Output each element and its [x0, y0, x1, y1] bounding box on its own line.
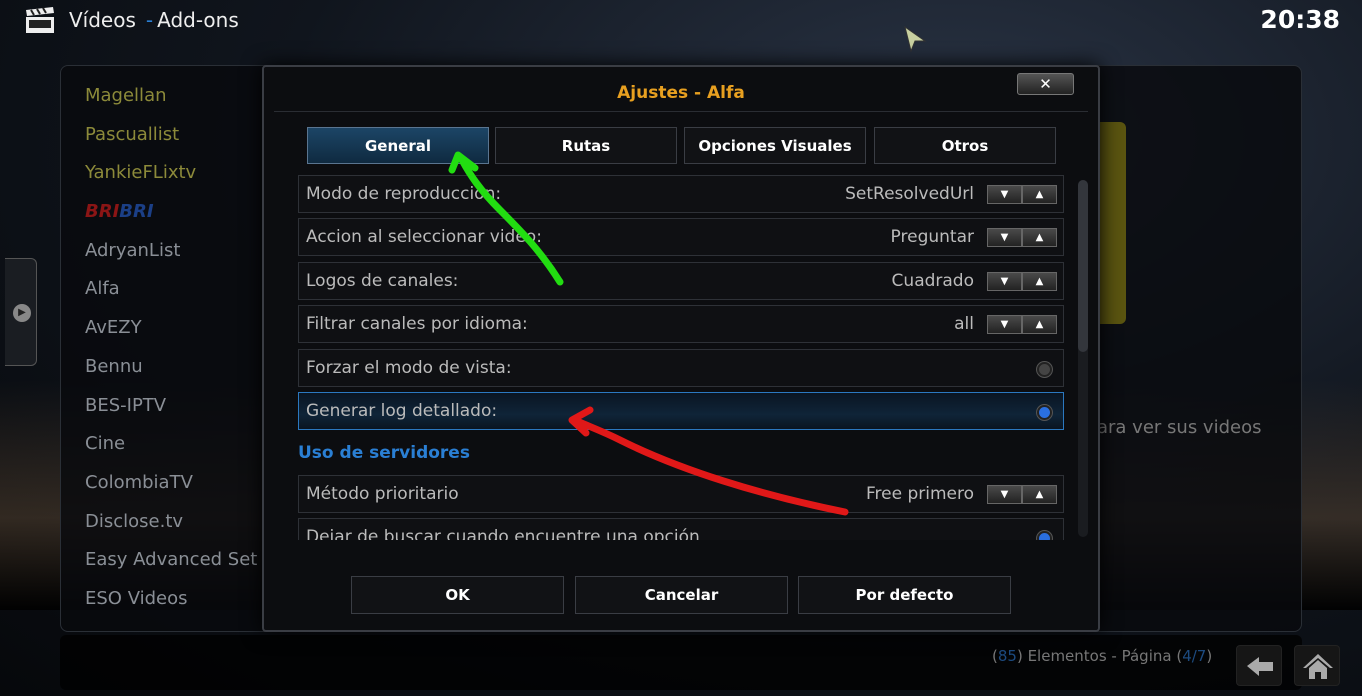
- annotation-layer: [448, 151, 849, 516]
- green-annotation-arrow: [448, 151, 564, 286]
- red-annotation-arrow: [568, 406, 849, 516]
